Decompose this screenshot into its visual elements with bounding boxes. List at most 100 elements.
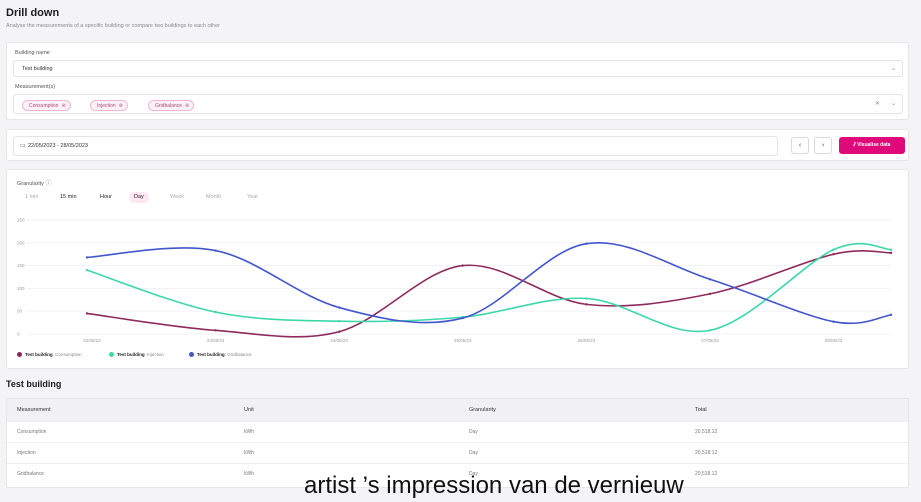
legend-swatch (109, 352, 114, 357)
data-point (585, 297, 588, 300)
legend-building: Test building (25, 352, 53, 357)
data-point (832, 320, 835, 323)
y-tick-label: 0 (17, 332, 20, 337)
cell-total: 20,518.12 (695, 471, 718, 477)
data-point (85, 312, 89, 315)
chip-label: Consumption (29, 103, 59, 109)
date-range-input[interactable]: ▭ 22/05/2023 - 28/05/2023 (13, 136, 778, 156)
legend-measure: : Gridbalance (224, 352, 252, 357)
cell-total: 20,518.12 (695, 450, 718, 456)
data-point (461, 264, 464, 267)
data-point (889, 251, 893, 255)
column-header[interactable]: Measurement (17, 407, 51, 413)
image-caption: artist ’s impression van de vernieuw (304, 472, 684, 499)
previous-period-button[interactable]: ‹ (791, 137, 809, 154)
chart-panel: Granularity ⓘ 1 min 15 min Hour Day Week… (6, 169, 909, 369)
page-subtitle: Analyse the measurements of a specific b… (6, 23, 221, 29)
data-point (214, 329, 217, 332)
chip-injection[interactable]: Injection ⊗ (90, 100, 128, 111)
column-header[interactable]: Granularity (469, 407, 496, 413)
x-tick-label: 22/05/23 (83, 338, 101, 343)
data-point (461, 316, 464, 320)
column-header[interactable]: Total (695, 407, 707, 413)
data-point (585, 242, 588, 245)
data-point (337, 330, 341, 333)
y-tick-label: 250 (17, 218, 25, 223)
series-line (86, 250, 892, 338)
data-point (585, 303, 588, 306)
legend-swatch (17, 352, 22, 357)
clear-all-icon[interactable]: ✕ (875, 100, 880, 107)
x-tick-label: 25/05/23 (454, 338, 472, 343)
data-point (214, 310, 217, 314)
section-title: Test building (6, 379, 62, 389)
line-chart: 0 50 100 150 200 250 22/05/23 23/05/23 24/05/23 2… (17, 218, 893, 343)
y-tick-label: 50 (17, 309, 23, 314)
data-point (337, 306, 341, 309)
x-tick-label: 27/05/23 (701, 338, 719, 343)
building-select[interactable]: Test building ⌄ (13, 60, 903, 77)
y-tick-label: 100 (17, 286, 25, 291)
data-point (708, 329, 712, 332)
measurements-select[interactable]: Consumption ⊗ Injection ⊗ Gridbalance ⊗ ✕ ⌄ (13, 94, 903, 114)
building-name-label: Building name (15, 50, 50, 56)
cell-total: 20,518.12 (695, 429, 718, 435)
chevron-down-icon[interactable]: ⌄ (891, 100, 896, 107)
legend-building: Test building (197, 352, 225, 357)
cell-measurement: Gridbalance (17, 471, 44, 477)
close-icon[interactable]: ⊗ (61, 103, 65, 109)
x-tick-label: 24/05/23 (330, 338, 348, 343)
series-line (86, 242, 892, 333)
cell-unit: kWh (244, 450, 254, 456)
x-tick-label: 23/05/23 (207, 338, 225, 343)
chip-label: Gridbalance (155, 103, 182, 109)
date-range-value: 22/05/2023 - 28/05/2023 (28, 143, 88, 149)
cell-granularity: Day (469, 429, 478, 435)
data-point (708, 278, 712, 281)
data-point (708, 292, 712, 296)
cell-unit: kWh (244, 471, 254, 477)
data-point (85, 256, 89, 259)
cell-unit: kWh (244, 429, 254, 435)
data-point (889, 313, 893, 317)
page-title: Drill down (6, 7, 60, 19)
visualise-data-label: Visualise data (857, 142, 891, 148)
chevron-down-icon: ⌄ (890, 66, 896, 72)
x-tick-label: 28/05/23 (825, 338, 843, 343)
x-tick-label: 26/05/23 (578, 338, 596, 343)
cell-measurement: Consumption (17, 429, 47, 435)
legend-measure: : Injection (144, 352, 164, 357)
y-tick-label: 200 (17, 240, 25, 245)
table-row[interactable]: Injection kWh Day 20,518.12 (7, 442, 908, 463)
date-bar: ▭ 22/05/2023 - 28/05/2023 ‹ › ⫽ Visualis… (6, 129, 909, 161)
legend-injection[interactable]: Test building: Injection (109, 352, 164, 357)
data-point (214, 249, 217, 252)
legend-measure: : Consumption (52, 352, 82, 357)
data-point (85, 268, 89, 272)
visualise-data-button[interactable]: ⫽ Visualise data (839, 137, 905, 154)
measurements-label: Measurement(s) (15, 84, 56, 90)
legend-swatch (189, 352, 194, 357)
chip-label: Injection (97, 103, 116, 109)
cell-granularity: Day (469, 450, 478, 456)
building-select-value: Test building (22, 66, 53, 72)
data-point (832, 248, 835, 251)
close-icon[interactable]: ⊗ (119, 103, 123, 109)
chip-consumption[interactable]: Consumption ⊗ (22, 100, 71, 111)
data-point (337, 320, 341, 323)
filter-panel: Building name Test building ⌄ Measuremen… (6, 42, 909, 120)
table-header-row: Measurement Unit Granularity Total (7, 399, 908, 421)
data-point (832, 253, 835, 256)
data-point (889, 248, 893, 251)
y-tick-label: 150 (17, 263, 25, 268)
close-icon[interactable]: ⊗ (185, 103, 189, 109)
legend-gridbalance[interactable]: Test building: Gridbalance (189, 352, 251, 357)
column-header[interactable]: Unit (244, 407, 254, 413)
table-row[interactable]: Consumption kWh Day 20,518.12 (7, 421, 908, 442)
legend-consumption[interactable]: Test building: Consumption (17, 352, 82, 357)
chip-gridbalance[interactable]: Gridbalance ⊗ (148, 100, 195, 111)
legend-building: Test building (117, 352, 145, 357)
cell-measurement: Injection (17, 450, 36, 456)
calendar-icon: ▭ (20, 143, 26, 149)
next-period-button[interactable]: › (814, 137, 832, 154)
